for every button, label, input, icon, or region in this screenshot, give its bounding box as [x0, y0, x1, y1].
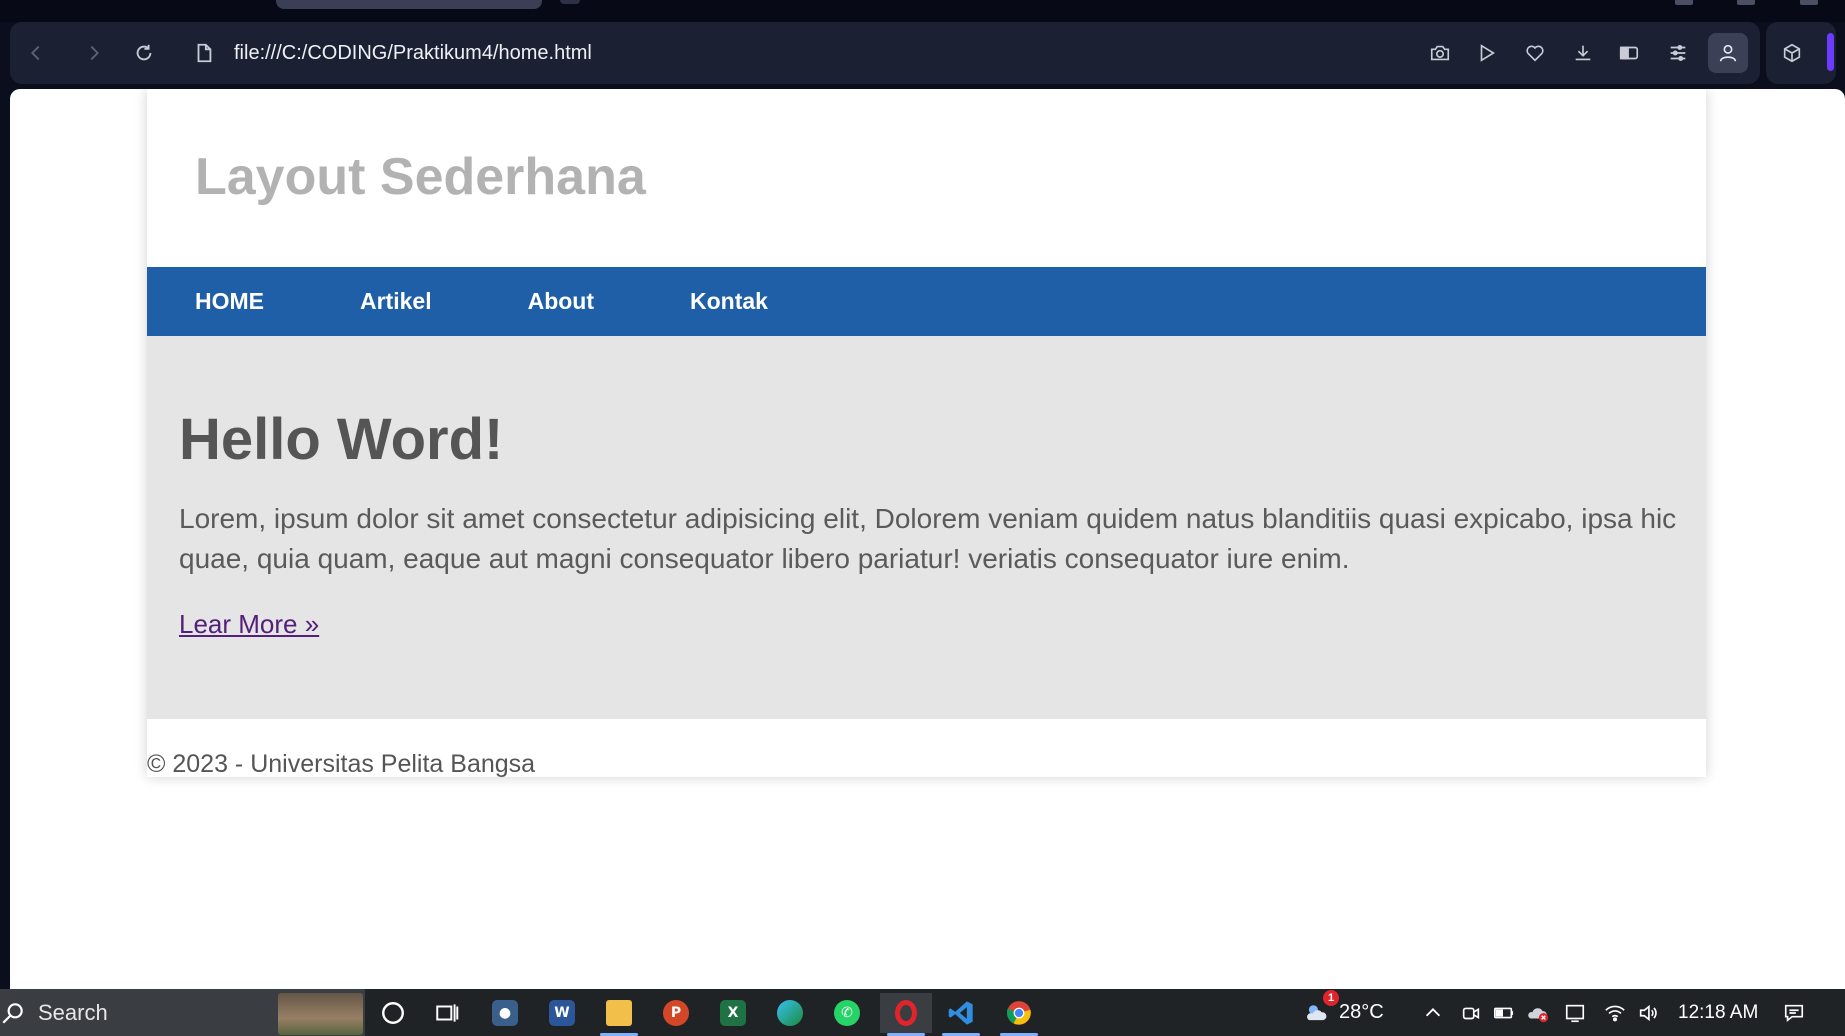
close-window-button[interactable] [1800, 0, 1818, 5]
taskbar-opera[interactable] [880, 993, 932, 1036]
search-highlight-image [278, 993, 363, 1035]
notification-icon [1784, 1004, 1804, 1022]
reload-button[interactable] [128, 37, 160, 69]
excel-icon: X [720, 1000, 746, 1026]
pinboard-button[interactable] [1519, 37, 1551, 69]
task-view-icon [436, 1004, 459, 1022]
taskbar-file-explorer[interactable] [597, 993, 641, 1036]
meet-now-tray[interactable] [1460, 989, 1482, 1036]
chevron-up-icon [1425, 1007, 1441, 1016]
forward-icon [90, 45, 99, 61]
taskbar: Search ● W P X ✆ 28°C 1 12:18 AM [0, 989, 1845, 1036]
page-header: Layout Sederhana [147, 89, 1706, 267]
display-icon [1565, 1004, 1585, 1022]
forward-button[interactable] [78, 37, 110, 69]
onedrive-tray[interactable] [1527, 989, 1549, 1036]
easy-setup-icon [1670, 45, 1686, 61]
clock[interactable]: 12:18 AM [1678, 989, 1758, 1036]
weather-cloud-icon [1307, 1004, 1327, 1020]
weather-widget[interactable]: 28°C [1305, 989, 1384, 1036]
cortana-button[interactable] [371, 993, 415, 1033]
taskbar-whatsapp[interactable]: ✆ [825, 993, 869, 1033]
taskbar-chrome[interactable] [997, 993, 1041, 1036]
back-button[interactable] [20, 37, 52, 69]
camera-icon [1430, 45, 1450, 61]
main-nav: HOME Artikel About Kontak [147, 267, 1706, 336]
nav-kontak[interactable]: Kontak [642, 267, 816, 336]
temperature-label: 28°C [1339, 1001, 1384, 1023]
taskbar-edge[interactable] [768, 993, 812, 1033]
profile-icon [1719, 44, 1737, 62]
hero-section: Hello Word! Lorem, ipsum dolor sit amet … [147, 336, 1706, 719]
taskbar-word[interactable]: W [540, 993, 584, 1033]
page-info-button[interactable] [188, 37, 220, 69]
cloud-error-icon [1528, 1007, 1549, 1022]
taskbar-powerpoint[interactable]: P [654, 993, 698, 1033]
tab-strip [0, 0, 1845, 22]
chrome-icon [1006, 1001, 1031, 1025]
extensions-icon [1783, 43, 1801, 63]
file-explorer-icon [606, 1000, 632, 1026]
learn-more-link[interactable]: Lear More » [179, 608, 319, 640]
new-tab-button[interactable] [560, 0, 580, 4]
taskbar-excel[interactable]: X [711, 993, 755, 1033]
battery-tray[interactable] [1493, 989, 1515, 1036]
taskbar-search[interactable]: Search [0, 989, 365, 1036]
download-icon [1575, 45, 1591, 61]
search-icon [2, 1002, 23, 1024]
extensions-button[interactable] [1776, 37, 1808, 69]
show-hidden-icons[interactable] [1422, 989, 1444, 1036]
nav-about[interactable]: About [480, 267, 642, 336]
video-icon [1462, 1007, 1480, 1019]
hero-title: Hello Word! [179, 407, 504, 472]
opera-icon [895, 1000, 917, 1026]
cortana-icon [382, 1002, 404, 1024]
url-input[interactable]: file:///C:/CODING/Praktikum4/home.html [234, 40, 592, 66]
nav-artikel[interactable]: Artikel [312, 267, 480, 336]
weather-alert-badge: 1 [1323, 990, 1339, 1006]
wallet-button[interactable] [1613, 37, 1645, 69]
profile-button[interactable] [1708, 33, 1748, 73]
browser-tab[interactable] [276, 0, 542, 9]
easy-setup-button[interactable] [1662, 37, 1694, 69]
task-view-button[interactable] [425, 993, 469, 1033]
heart-icon [1526, 45, 1544, 62]
battery-icon [1494, 1007, 1514, 1018]
site-title: Layout Sederhana [195, 148, 646, 206]
search-placeholder: Search [38, 999, 108, 1025]
footer-text: © 2023 - Universitas Pelita Bangsa [147, 750, 536, 778]
notification-center[interactable] [1783, 989, 1805, 1036]
speaker-icon [1639, 1004, 1657, 1021]
nav-home[interactable]: HOME [147, 267, 312, 336]
sidebar-toggle[interactable] [1827, 33, 1834, 71]
whatsapp-icon: ✆ [834, 1000, 860, 1026]
taskbar-vscode[interactable] [939, 993, 983, 1036]
display-tray[interactable] [1564, 989, 1586, 1036]
flow-button[interactable] [1471, 37, 1503, 69]
vscode-icon [948, 1001, 973, 1025]
page-footer: © 2023 - Universitas Pelita Bangsa [147, 719, 1706, 778]
wallet-icon [1619, 46, 1639, 60]
wifi-icon [1605, 1005, 1625, 1021]
play-icon [1480, 44, 1495, 62]
reload-icon [136, 44, 152, 61]
edge-icon [777, 1000, 803, 1026]
taskbar-camera-app[interactable]: ● [483, 993, 527, 1033]
minimize-button[interactable] [1675, 0, 1693, 5]
page-container: Layout Sederhana HOME Artikel About Kont… [147, 89, 1706, 778]
maximize-button[interactable] [1737, 0, 1755, 5]
back-icon [31, 45, 40, 61]
volume-tray[interactable] [1637, 989, 1659, 1036]
network-tray[interactable] [1604, 989, 1626, 1036]
hero-text: Lorem, ipsum dolor sit amet consectetur … [179, 503, 1677, 574]
browser-viewport: Layout Sederhana HOME Artikel About Kont… [10, 89, 1845, 989]
file-icon [197, 43, 212, 63]
powerpoint-icon: P [663, 1000, 689, 1026]
downloads-button[interactable] [1567, 37, 1599, 69]
word-icon: W [549, 1000, 575, 1026]
camera-app-icon: ● [492, 1000, 518, 1026]
snapshot-button[interactable] [1424, 37, 1456, 69]
